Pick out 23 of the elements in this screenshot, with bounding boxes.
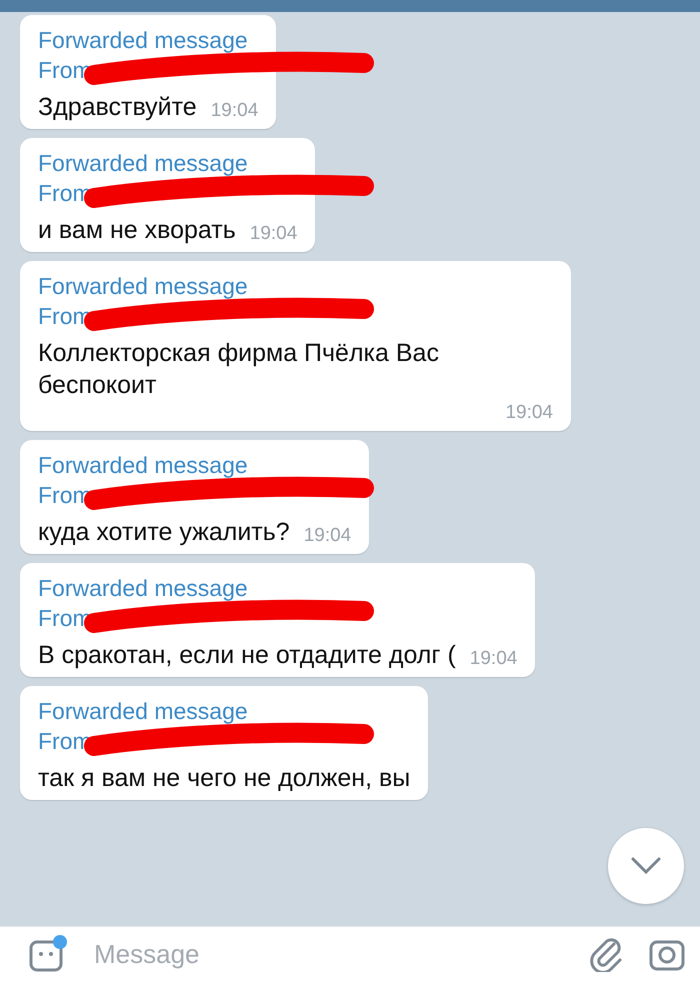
- sticker-icon[interactable]: [28, 934, 68, 974]
- message-text: Коллекторская фирма Пчёлка Вас беспокоит: [38, 338, 440, 401]
- message-text: В сракотан, если не отдадите долг (: [38, 640, 456, 671]
- scroll-down-button[interactable]: [608, 828, 684, 904]
- message-text: и вам не хворать: [38, 215, 236, 246]
- message-input[interactable]: Message: [92, 938, 566, 970]
- message-time: 19:04: [210, 99, 258, 123]
- forwarded-label: Forwarded message: [38, 697, 248, 726]
- forwarded-label: Forwarded message: [38, 451, 248, 480]
- forwarded-label: Forwarded message: [38, 149, 248, 178]
- message-text: Здравствуйте: [38, 92, 197, 123]
- message-time: 19:04: [248, 222, 298, 246]
- forwarded-label: Forwarded message: [38, 272, 248, 301]
- forwarded-label: Forwarded message: [38, 26, 248, 55]
- message-composer[interactable]: Message: [0, 926, 700, 981]
- message-time: 19:04: [504, 401, 553, 425]
- message-time: 19:04: [468, 647, 518, 671]
- paperclip-icon[interactable]: [590, 936, 624, 972]
- message-text: так я вам не чего не должен, вы: [38, 763, 410, 794]
- message-time: 19:04: [302, 524, 352, 548]
- forwarded-label: Forwarded message: [38, 574, 248, 603]
- chevron-down-icon: [630, 856, 662, 876]
- message-text: куда хотите ужалить?: [38, 517, 290, 548]
